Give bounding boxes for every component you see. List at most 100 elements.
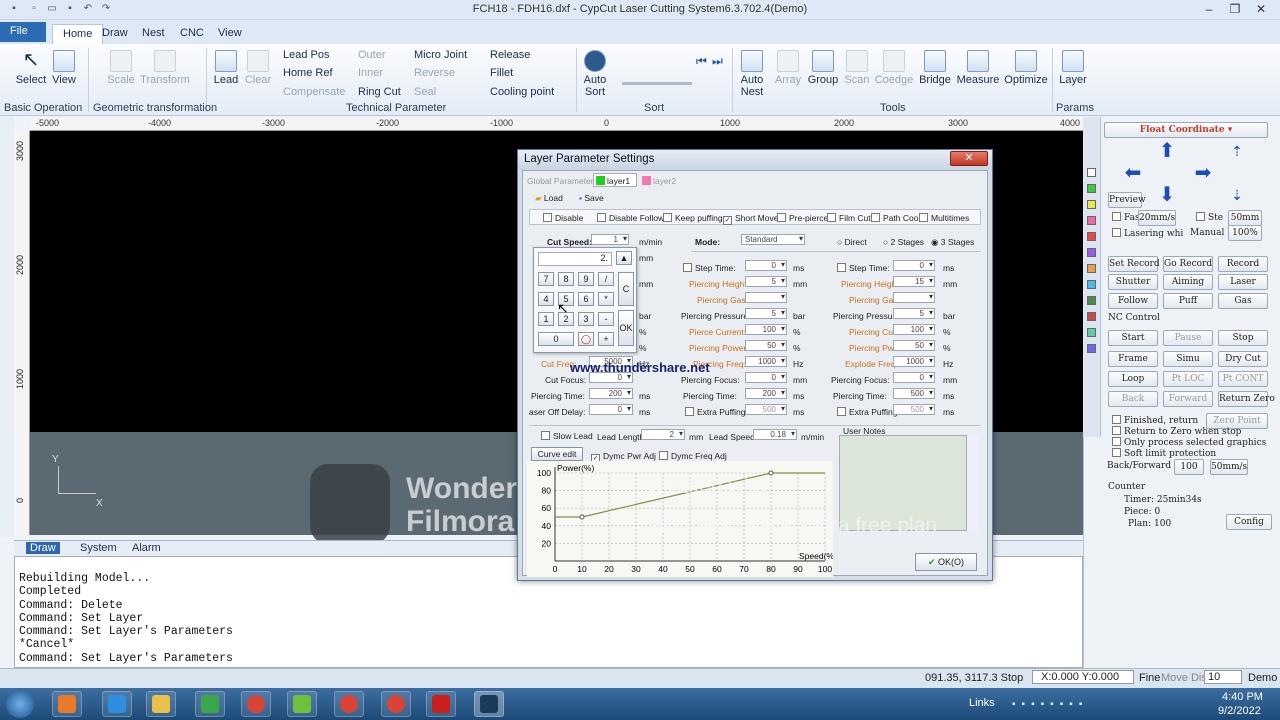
array-button[interactable]: Array <box>774 50 802 86</box>
extra-puffing-input-1[interactable]: 500 <box>745 404 787 415</box>
slow-lead-checkbox[interactable]: Slow Lead <box>541 431 593 441</box>
app-icon-green[interactable] <box>195 691 225 717</box>
micro-joint-button[interactable]: Micro Joint <box>414 49 467 61</box>
layer-swatch[interactable] <box>1087 280 1096 289</box>
piercing-time-input-3[interactable]: 500 <box>893 388 935 399</box>
calc-key-4[interactable]: 4 <box>538 292 554 306</box>
piercing-gas-select-1[interactable] <box>745 292 787 303</box>
home-ref-button[interactable]: Home Ref <box>283 67 333 79</box>
arrow-left-icon[interactable]: ⬅ <box>1122 162 1144 184</box>
film-cut-checkbox[interactable]: Film Cut <box>827 213 871 223</box>
finished-return-checkbox[interactable]: Finished, return <box>1112 415 1198 426</box>
aiming-button[interactable]: Aiming <box>1163 274 1213 290</box>
fillet-button[interactable]: Fillet <box>490 67 513 79</box>
disable-follow-checkbox[interactable]: Disable Follow <box>597 213 664 223</box>
follow-button[interactable]: Follow <box>1108 293 1158 309</box>
optimize-button[interactable]: Optimize <box>1004 50 1048 86</box>
layer-swatch[interactable] <box>1087 200 1096 209</box>
app-icon-lime[interactable] <box>287 691 317 717</box>
curve-edit-button[interactable]: Curve edit <box>531 447 583 461</box>
lead-speed-input[interactable]: 0.18 <box>753 429 797 440</box>
pt-loc-button[interactable]: Pt LOC <box>1163 371 1213 387</box>
direct-radio[interactable]: ○ Direct <box>837 237 867 247</box>
layer-swatch[interactable] <box>1087 232 1096 241</box>
reverse-button[interactable]: Reverse <box>414 67 455 79</box>
lead-pos-button[interactable]: Lead Pos <box>283 49 329 61</box>
piercing-cur-input[interactable]: 100 <box>893 324 935 335</box>
maximize-icon[interactable]: ❐ <box>1222 0 1248 18</box>
tab-file[interactable]: File <box>0 22 46 42</box>
piercing-pressure-input-1[interactable]: 5 <box>745 308 787 319</box>
layer-swatch[interactable] <box>1087 296 1096 305</box>
ring-cut-button[interactable]: Ring Cut <box>358 86 401 98</box>
save-dialog-button[interactable]: ▪ Save <box>579 193 604 203</box>
piercing-pwr-input[interactable]: 50 <box>893 340 935 351</box>
measure-button[interactable]: Measure <box>956 50 1000 86</box>
piercing-power-input[interactable]: 50 <box>745 340 787 351</box>
loop-button[interactable]: Loop <box>1108 371 1158 387</box>
chrome-icon[interactable] <box>241 691 271 717</box>
minimize-icon[interactable]: – <box>1196 0 1222 18</box>
calc-clear-icon[interactable]: ◯ <box>578 332 594 346</box>
tab-view[interactable]: View <box>208 24 252 44</box>
draw-toolbar[interactable] <box>0 117 14 537</box>
tab-nest[interactable]: Nest <box>132 24 175 44</box>
media-icon[interactable] <box>52 691 82 717</box>
layer-swatch[interactable] <box>1087 248 1096 257</box>
bf-speed-select[interactable]: 50mm/s <box>1210 459 1248 475</box>
view-button[interactable]: View <box>50 50 78 86</box>
layer-swatch[interactable] <box>1087 328 1096 337</box>
preview-button[interactable]: Preview <box>1108 192 1146 208</box>
step-select[interactable]: 50mm <box>1228 210 1262 226</box>
fast-checkbox[interactable]: Fas <box>1112 212 1140 223</box>
clear-button[interactable]: Clear <box>244 50 272 86</box>
calc-key-ok[interactable]: OK <box>618 310 634 346</box>
calc-key-multiply[interactable]: * <box>598 292 614 306</box>
layer-button[interactable]: Layer <box>1056 50 1090 86</box>
next-icon[interactable]: ⏭ <box>712 54 723 69</box>
calc-key-minus[interactable]: - <box>598 312 614 326</box>
dialog-close-icon[interactable]: ✕ <box>950 151 988 166</box>
piercing-height-input-2[interactable]: 15 <box>893 276 935 287</box>
layer-swatch[interactable] <box>1087 168 1096 177</box>
calc-key-8[interactable]: 8 <box>558 272 574 286</box>
mode-select[interactable]: Standard <box>741 234 805 245</box>
layer-swatch[interactable] <box>1087 264 1096 273</box>
lasering-checkbox[interactable]: Lasering whi <box>1112 228 1183 239</box>
cypcut-icon[interactable] <box>474 691 504 717</box>
tab-draw[interactable]: Draw <box>92 24 138 44</box>
fast-speed-select[interactable]: 20mm/s <box>1138 210 1176 226</box>
laser-button[interactable]: Laser <box>1218 274 1268 290</box>
acrobat-icon[interactable] <box>426 691 456 717</box>
back-button[interactable]: Back <box>1108 391 1158 407</box>
arrow-up-icon[interactable]: ⬆ <box>1156 140 1178 162</box>
tab-system[interactable]: System <box>76 542 121 554</box>
only-selected-checkbox[interactable]: Only process selected graphics <box>1112 437 1266 448</box>
coordinate-select[interactable]: Float Coordinate ▾ <box>1104 122 1268 138</box>
calc-key-plus[interactable]: + <box>598 332 614 346</box>
explorer-icon[interactable] <box>146 691 176 717</box>
lead-length-input[interactable]: 2 <box>641 429 685 440</box>
sort-slider[interactable] <box>622 82 692 85</box>
piercing-focus-input-2[interactable]: 0 <box>893 372 935 383</box>
extra-puffing-checkbox-1[interactable]: Extra Puffing: <box>685 407 748 417</box>
calc-key-c[interactable]: C <box>618 272 634 306</box>
calc-key-divide[interactable]: / <box>598 272 614 286</box>
piercing-time-input-1[interactable]: 200 <box>589 388 633 399</box>
layer-swatch[interactable] <box>1087 312 1096 321</box>
calc-up-icon[interactable]: ▲ <box>616 251 632 265</box>
go-record-button[interactable]: Go Record <box>1163 256 1213 272</box>
tab-draw-log[interactable]: Draw <box>26 542 60 554</box>
inner-button[interactable]: Inner <box>358 67 383 79</box>
short-move-checkbox[interactable]: ✓ Short Move <box>723 213 778 225</box>
multitimes-checkbox[interactable]: Multitimes <box>919 213 969 223</box>
links-label[interactable]: Links <box>969 697 995 709</box>
lead-button[interactable]: Lead <box>212 50 240 86</box>
compensate-button[interactable]: Compensate <box>283 86 345 98</box>
two-stages-radio[interactable]: ○ 2 Stages <box>883 237 924 247</box>
step-time-checkbox-1[interactable]: Step Time: <box>683 263 736 273</box>
return-zero-stop-checkbox[interactable]: Return to Zero when stop <box>1112 426 1241 437</box>
bf-distance-select[interactable]: 100 <box>1174 459 1204 475</box>
ie-icon[interactable] <box>102 691 132 717</box>
prev-icon[interactable]: ⏮ <box>696 54 707 69</box>
